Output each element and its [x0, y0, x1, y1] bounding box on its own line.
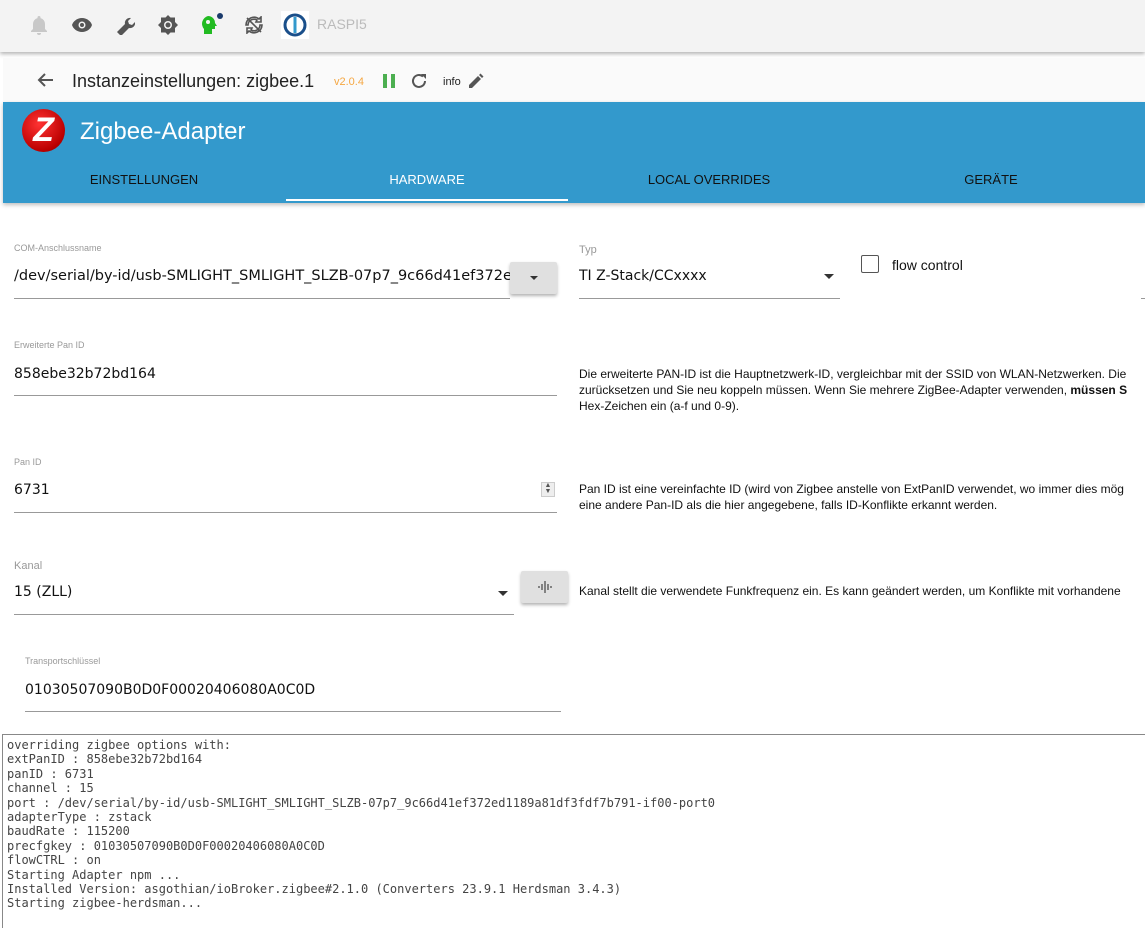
com-port-underline: [14, 298, 510, 299]
ext-pan-id-underline: [14, 395, 557, 396]
kanal-label: Kanal: [14, 560, 43, 572]
ext-pan-id-input[interactable]: 858ebe32b72bd164: [14, 366, 156, 382]
log-line: Starting zigbee-herdsman...: [7, 896, 203, 911]
desc-line: eine andere Pan-ID als die hier angegebe…: [579, 498, 998, 512]
tab-einstellungen[interactable]: EINSTELLUNGEN: [3, 172, 285, 187]
bell-icon[interactable]: [27, 13, 51, 37]
com-port-dropdown-button[interactable]: [510, 262, 557, 294]
pan-id-underline: [14, 512, 557, 513]
kanal-description: Kanal stellt die verwendete Funkfrequenz…: [579, 584, 1121, 598]
edit-pencil-icon[interactable]: [468, 73, 484, 94]
typ-label: Typ: [579, 244, 597, 256]
zigbee-logo: Z: [22, 109, 65, 152]
gear-icon[interactable]: [156, 13, 180, 37]
desc-text: zurücksetzen und Sie neu koppeln müssen.…: [579, 383, 1071, 397]
pause-icon[interactable]: [383, 74, 395, 93]
head-icon[interactable]: [199, 13, 223, 37]
tab-hardware[interactable]: HARDWARE: [286, 172, 568, 187]
pan-id-description: Pan ID ist eine vereinfachte ID (wird vo…: [579, 481, 1145, 513]
transport-key-underline: [25, 711, 561, 712]
flow-control-label: flow control: [892, 257, 963, 273]
tab-local-overrides[interactable]: LOCAL OVERRIDES: [568, 172, 850, 187]
flow-control-checkbox[interactable]: [861, 255, 879, 273]
transport-key-label: Transportschlüssel: [25, 656, 101, 666]
version-label: v2.0.4: [334, 76, 364, 88]
kanal-underline: [14, 614, 514, 615]
log-line: overriding zigbee options with:: [7, 738, 231, 752]
log-line: Installed Version: asgothian/ioBroker.zi…: [7, 882, 622, 897]
log-console[interactable]: overriding zigbee options with: extPanID …: [2, 734, 1145, 928]
log-line: adapterType : zstack: [7, 810, 152, 825]
log-line: port : /dev/serial/by-id/usb-SMLIGHT_SML…: [7, 795, 716, 810]
desc-bold: müssen S: [1070, 383, 1128, 397]
log-line: baudRate : 115200: [7, 824, 130, 839]
eye-icon[interactable]: [70, 13, 94, 37]
com-port-label: COM-Anschlussname: [14, 243, 102, 253]
log-line: extPanID : 858ebe32b72bd164: [7, 752, 203, 767]
desc-line: zurücksetzen und Sie neu koppeln müssen.…: [579, 382, 1145, 398]
host-name: RASPI5: [317, 16, 367, 32]
instance-header: Instanzeinstellungen: zigbee.1 v2.0.4 in…: [3, 58, 1145, 102]
top-toolbar: RASPI5: [0, 0, 1145, 52]
kanal-select[interactable]: 15 (ZLL): [14, 584, 72, 600]
com-port-input[interactable]: /dev/serial/by-id/usb-SMLIGHT_SMLIGHT_SL…: [14, 268, 510, 284]
clipped-field-underline: [1141, 298, 1145, 299]
ext-pan-id-description: Die erweiterte PAN-ID ist die Hauptnetzw…: [579, 366, 1145, 414]
reload-icon[interactable]: [410, 72, 428, 95]
iobroker-logo[interactable]: [281, 11, 309, 39]
caret-down-icon[interactable]: [824, 274, 834, 279]
transport-key-input[interactable]: 01030507090B0D0F00020406080A0C0D: [25, 682, 315, 698]
typ-select[interactable]: TI Z-Stack/CCxxxx: [579, 268, 707, 284]
adapter-banner: Z Zigbee-Adapter EINSTELLUNGEN HARDWARE …: [3, 102, 1145, 203]
ext-pan-id-label: Erweiterte Pan ID: [14, 340, 85, 350]
pan-id-input[interactable]: 6731: [14, 482, 50, 498]
caret-down-icon: [529, 276, 538, 280]
typ-underline: [579, 298, 840, 299]
page-title: Instanzeinstellungen: zigbee.1: [72, 71, 315, 91]
desc-line: Pan ID ist eine vereinfachte ID (wird vo…: [579, 482, 1124, 496]
log-line: Starting Adapter npm ...: [7, 867, 181, 882]
desc-line: Die erweiterte PAN-ID ist die Hauptnetzw…: [579, 367, 1127, 381]
log-line: channel : 15: [7, 781, 94, 796]
wrench-icon[interactable]: [113, 13, 137, 37]
active-tab-indicator: [286, 199, 568, 201]
channel-scan-button[interactable]: [521, 571, 568, 603]
pan-id-spinner[interactable]: ▲ ▼: [541, 482, 555, 497]
log-line: flowCTRL : on: [7, 853, 101, 868]
adapter-title: Zigbee-Adapter: [80, 118, 246, 145]
waveform-icon: [537, 581, 552, 593]
info-link[interactable]: info: [443, 76, 461, 88]
caret-down-icon[interactable]: [498, 591, 508, 596]
log-line: precfgkey : 01030507090B0D0F00020406080A…: [7, 838, 325, 853]
back-arrow-icon[interactable]: [37, 71, 55, 94]
desc-line: Hex-Zeichen ein (a-f und 0-9).: [579, 399, 740, 413]
tab-geraete[interactable]: GERÄTE: [850, 172, 1132, 187]
log-line: panID : 6731: [7, 766, 94, 781]
sync-off-icon[interactable]: [242, 13, 266, 37]
pan-id-label: Pan ID: [14, 457, 42, 467]
